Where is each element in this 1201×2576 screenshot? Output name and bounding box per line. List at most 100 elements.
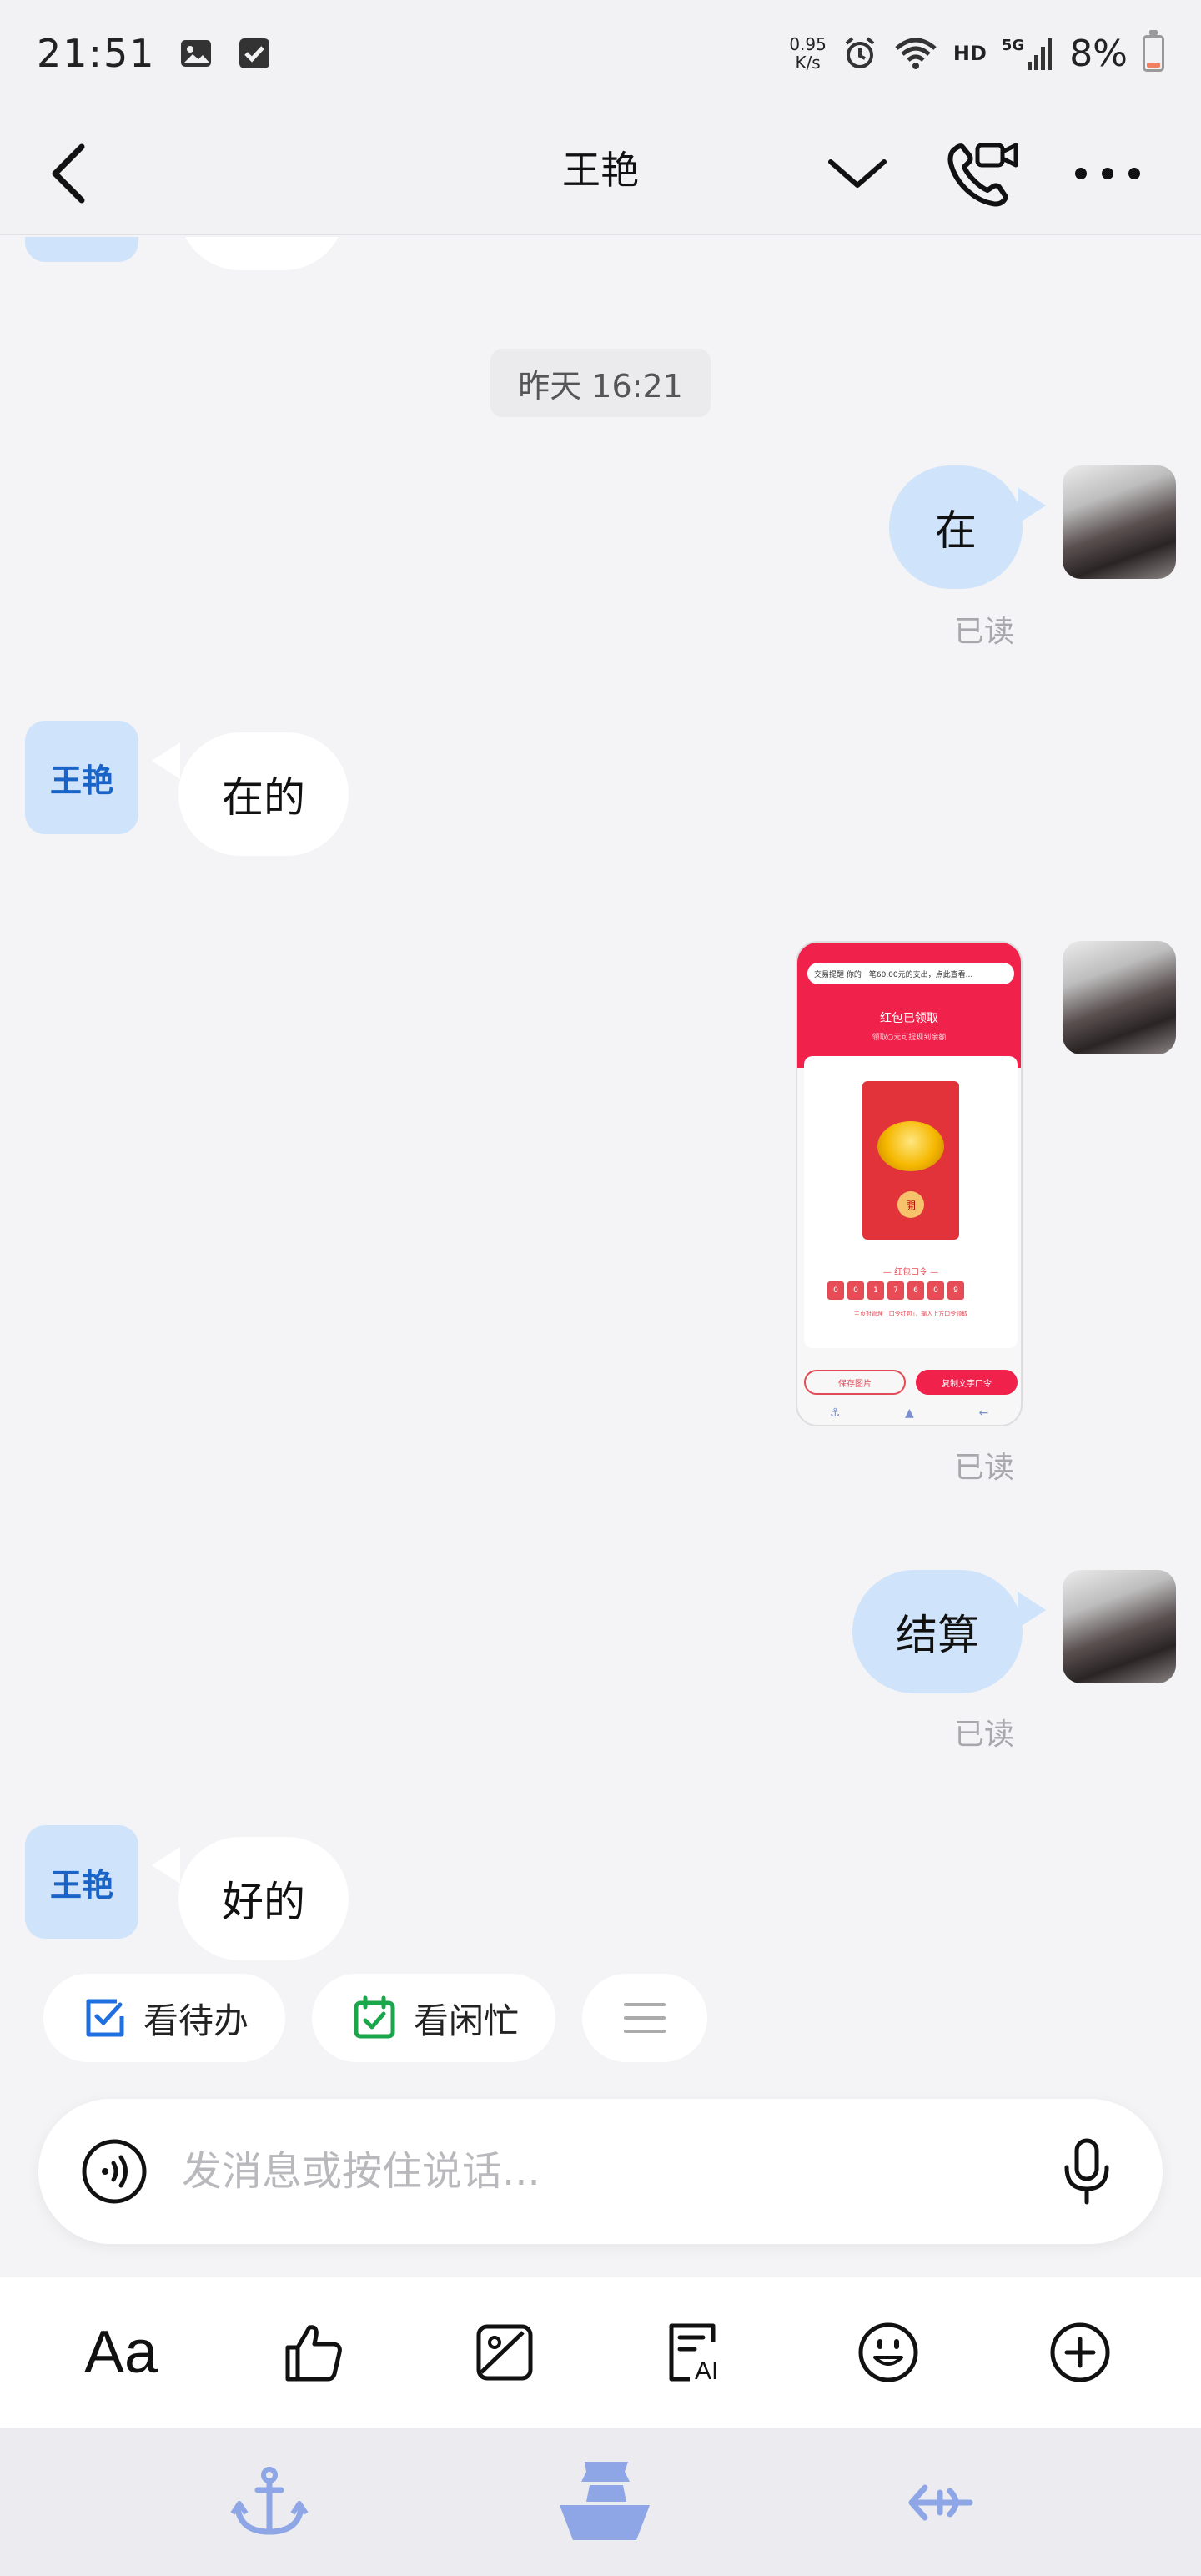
read-receipt: 已读 [954,615,1015,649]
emoji-icon [858,2322,918,2382]
message-timestamp: 昨天 16:21 [490,349,711,417]
hd-indicator: HD [952,42,987,65]
ship-icon: ▲ [905,1406,914,1420]
contact-avatar-partial[interactable] [25,237,138,262]
incoming-message[interactable]: 在的 [178,732,349,856]
my-avatar[interactable] [1063,941,1176,1054]
phone-video-icon [947,143,1018,207]
outgoing-message[interactable]: 在 [889,465,1023,589]
system-navbar [0,2428,1201,2576]
menu-lines-icon [624,2003,666,2033]
wifi-icon [895,38,937,69]
incoming-message[interactable]: 好的 [178,1837,349,1960]
code-label: — 红包口令 — [882,1268,939,1277]
code-digits: 0 0 1 7 6 0 9 [827,1281,964,1300]
code-digit: 0 [927,1281,944,1300]
alarm-icon [845,37,875,68]
todo-chip-label: 看待办 [143,2000,249,2041]
voice-toggle-button[interactable] [80,2137,148,2206]
image-icon [476,2324,533,2381]
thumbnail-header [797,943,1021,1068]
thumbnail-save-button: 保存图片 [804,1370,906,1395]
chat-area[interactable]: 昨天 16:21 在 已读 王艳 在的 交易提醒 你的一笔60.00元的支出，点… [0,237,1201,2097]
red-envelope-image: 開 [862,1081,959,1240]
chat-header: 王艳 [0,107,1201,235]
image-message[interactable]: 交易提醒 你的一笔60.00元的支出，点此查看... 红包已领取 领取○元可提现… [796,941,1023,1426]
thumbnail-card: 開 — 红包口令 — 0 0 1 7 6 0 9 主页对管理「口令红包」，输入上… [804,1056,1018,1348]
more-chips-button[interactable] [582,1974,708,2062]
bubble-tail [152,1847,180,1884]
expand-button[interactable] [817,132,897,215]
bubble-tail [1018,487,1046,524]
quick-actions: 看待办 看闲忙 [43,1974,708,2062]
code-digit: 9 [947,1281,964,1300]
call-button[interactable] [942,132,1023,215]
font-icon: Aa [83,2319,158,2386]
code-digit: 1 [867,1281,884,1300]
svg-text:AI: AI [695,2357,718,2384]
read-receipt: 已读 [954,1718,1015,1752]
anchor-icon [230,2467,309,2535]
bubble-tail [152,742,180,779]
availability-chip-label: 看闲忙 [414,2000,520,2041]
code-note: 主页对管理「口令红包」，输入上方口令领取 [853,1311,968,1317]
chevron-down-icon [828,159,887,188]
message-input-bar [38,2099,1163,2244]
text-format-button[interactable]: Aa [79,2311,163,2394]
image-button[interactable] [463,2311,546,2394]
emoji-button[interactable] [847,2311,930,2394]
todo-chip[interactable]: 看待办 [43,1974,286,2062]
thumbnail-title: 红包已领取 [880,1012,938,1025]
signal-bars-icon [1028,38,1053,70]
code-digit: 0 [827,1281,844,1300]
battery-icon [1143,30,1164,72]
bubble-tail [1018,1592,1046,1628]
back-arrow-icon [908,2484,973,2521]
voice-wave-icon [82,2139,147,2204]
net-speed: 0.95 K/s [789,34,827,73]
availability-chip[interactable]: 看闲忙 [312,1974,556,2062]
microphone-button[interactable] [1053,2137,1121,2206]
calendar-check-icon [354,1995,395,2039]
thumbs-up-button[interactable] [271,2311,354,2394]
thumbnail-copy-button: 复制文字口令 [916,1370,1018,1395]
gold-ingot-image [877,1121,944,1171]
thumbnail-notice: 交易提醒 你的一笔60.00元的支出，点此查看... [807,963,1014,984]
ai-writing-button[interactable]: AI [655,2311,738,2394]
add-button[interactable] [1038,2311,1122,2394]
thumbs-up-icon [285,2325,342,2382]
thumbnail-subtitle: 领取○元可提现到余额 [872,1034,947,1042]
thumbnail-navbar: ⚓ ▲ ← [797,1406,1021,1423]
tool-row: Aa AI [0,2277,1201,2428]
message-bubble-partial[interactable] [178,237,345,270]
ai-document-icon: AI [669,2323,718,2384]
more-options-button[interactable] [1068,132,1148,215]
message-input[interactable] [182,2148,1053,2195]
outgoing-message[interactable]: 结算 [852,1570,1023,1693]
code-digit: 0 [847,1281,864,1300]
ship-icon [560,2462,650,2540]
nav-home-button[interactable] [550,2453,659,2553]
plus-circle-icon [1050,2322,1110,2382]
more-dots-icon [1075,168,1140,179]
nav-back-button[interactable] [887,2453,996,2553]
contact-avatar[interactable]: 王艳 [25,1825,138,1939]
status-bar: 21:51 0.95 K/s HD 5G 8% [0,0,1201,107]
status-time: 21:51 [37,31,156,76]
gallery-notification-icon [180,40,211,67]
nav-anchor-button[interactable] [215,2453,324,2553]
back-arrow-icon: ← [978,1406,989,1420]
checkbox-notification-icon [239,38,269,68]
signal-indicator: 5G [1002,37,1054,70]
my-avatar[interactable] [1063,465,1176,579]
contact-avatar[interactable]: 王艳 [25,721,138,834]
my-avatar[interactable] [1063,1570,1176,1683]
anchor-icon: ⚓ [829,1406,841,1420]
microphone-icon [1064,2138,1109,2205]
envelope-seal: 開 [897,1191,924,1218]
battery-percent: 8% [1069,32,1128,75]
read-receipt: 已读 [954,1451,1015,1485]
code-digit: 7 [887,1281,904,1300]
code-digit: 6 [907,1281,924,1300]
checkbox-icon [86,1999,124,2037]
